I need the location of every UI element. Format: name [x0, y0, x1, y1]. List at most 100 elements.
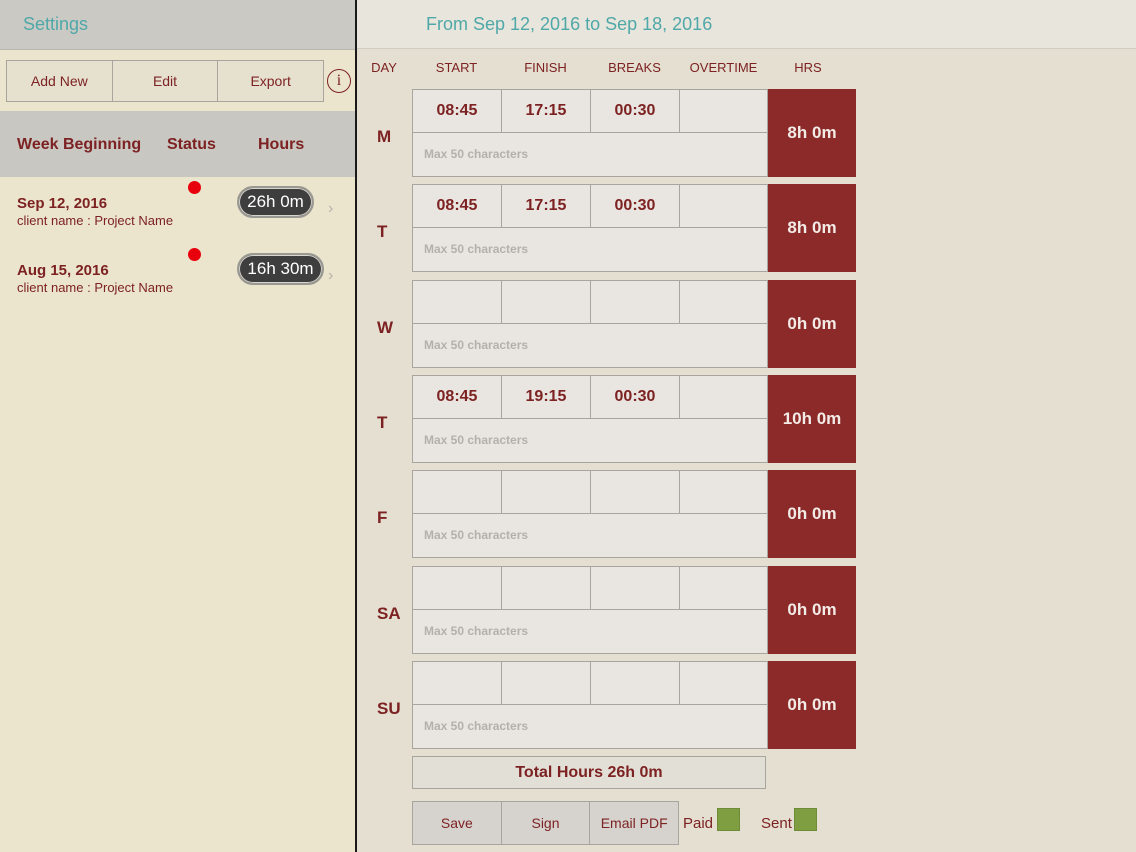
finish-time-input[interactable] [502, 567, 591, 610]
day-label: SA [377, 604, 401, 623]
overtime-input[interactable] [680, 567, 769, 610]
status-dot [188, 248, 201, 261]
breaks-input[interactable] [591, 662, 680, 705]
day-entry-grid: Max 50 characters [412, 566, 769, 654]
chevron-right-icon: › [328, 267, 334, 284]
week-row[interactable]: Aug 15, 2016 client name : Project Name … [0, 245, 355, 309]
note-field[interactable]: Max 50 characters [413, 324, 767, 367]
finish-time-input[interactable]: 19:15 [502, 376, 591, 419]
paid-checkbox[interactable] [717, 808, 740, 831]
breaks-input[interactable]: 00:30 [591, 185, 680, 228]
finish-time-input[interactable] [502, 662, 591, 705]
breaks-input[interactable] [591, 471, 680, 514]
note-field[interactable]: Max 50 characters [413, 705, 767, 748]
col-breaks: BREAKS [608, 60, 661, 75]
status-dot [188, 181, 201, 194]
day-entry-grid: Max 50 characters [412, 280, 769, 368]
overtime-input[interactable] [680, 376, 769, 419]
edit-button[interactable]: Edit [113, 61, 219, 101]
start-time-input[interactable]: 08:45 [413, 376, 502, 419]
sign-button[interactable]: Sign [502, 802, 591, 844]
day-label: T [377, 222, 388, 241]
start-time-input[interactable]: 08:45 [413, 185, 502, 228]
day-hours-total: 8h 0m [768, 89, 856, 177]
week-beginning-header: Week Beginning [17, 136, 142, 153]
breaks-input[interactable]: 00:30 [591, 376, 680, 419]
day-label: M [377, 127, 392, 146]
day-entry-grid: 08:45 19:15 00:30 Max 50 characters [412, 375, 769, 463]
week-client: client name : Project Name [17, 280, 174, 295]
overtime-input[interactable] [680, 281, 769, 324]
week-date: Aug 15, 2016 [17, 262, 109, 279]
week-range-title: From Sep 12, 2016 to Sep 18, 2016 [426, 14, 713, 34]
sidebar-header: Settings [0, 0, 355, 50]
day-hours-total: 10h 0m [768, 375, 856, 463]
day-row: SU Max 50 characters 0h 0m [357, 661, 1136, 749]
save-button[interactable]: Save [413, 802, 502, 844]
overtime-input[interactable] [680, 471, 769, 514]
day-entry-grid: 08:45 17:15 00:30 Max 50 characters [412, 184, 769, 272]
breaks-input[interactable]: 00:30 [591, 90, 680, 133]
day-label: F [377, 508, 388, 527]
finish-time-input[interactable]: 17:15 [502, 90, 591, 133]
day-entry-grid: Max 50 characters [412, 470, 769, 558]
note-field[interactable]: Max 50 characters [413, 610, 767, 653]
col-start: START [435, 60, 478, 75]
note-field[interactable]: Max 50 characters [413, 419, 767, 462]
col-overtime: OVERTIME [689, 60, 758, 75]
week-list-header: Week Beginning Status Hours [0, 111, 355, 177]
overtime-input[interactable] [680, 90, 769, 133]
paid-label: Paid [683, 815, 714, 832]
hours-badge: 26h 0m [237, 186, 314, 218]
note-field[interactable]: Max 50 characters [413, 514, 767, 557]
sent-label: Sent [761, 815, 792, 832]
finish-time-input[interactable] [502, 471, 591, 514]
day-hours-total: 0h 0m [768, 661, 856, 749]
start-time-input[interactable]: 08:45 [413, 90, 502, 133]
total-hours: Total Hours 26h 0m [412, 756, 766, 789]
timesheet-panel: From Sep 12, 2016 to Sep 18, 2016 DAY ST… [357, 0, 1136, 852]
day-label: SU [377, 699, 401, 718]
export-button[interactable]: Export [218, 61, 323, 101]
day-hours-total: 8h 0m [768, 184, 856, 272]
col-finish: FINISH [524, 60, 567, 75]
overtime-input[interactable] [680, 662, 769, 705]
day-row: T 08:45 17:15 00:30 Max 50 characters 8h 0m [357, 184, 1136, 272]
day-label: W [377, 318, 394, 337]
hours-badge: 16h 30m [237, 253, 324, 285]
day-row: W Max 50 characters 0h 0m [357, 280, 1136, 368]
day-hours-total: 0h 0m [768, 470, 856, 558]
email-pdf-button[interactable]: Email PDF [590, 802, 678, 844]
sent-checkbox[interactable] [794, 808, 817, 831]
day-row: M 08:45 17:15 00:30 Max 50 characters 8h 0m [357, 89, 1136, 177]
week-date: Sep 12, 2016 [17, 195, 108, 212]
start-time-input[interactable] [413, 567, 502, 610]
hours-header: Hours [258, 136, 305, 153]
overtime-input[interactable] [680, 185, 769, 228]
info-icon[interactable]: i [327, 69, 351, 93]
col-day: DAY [371, 60, 397, 75]
start-time-input[interactable] [413, 281, 502, 324]
add-new-button[interactable]: Add New [7, 61, 113, 101]
finish-time-input[interactable] [502, 281, 591, 324]
status-header: Status [167, 136, 216, 153]
note-field[interactable]: Max 50 characters [413, 228, 767, 271]
day-entry-grid: Max 50 characters [412, 661, 769, 749]
day-row: SA Max 50 characters 0h 0m [357, 566, 1136, 654]
day-label: T [377, 413, 388, 432]
day-entry-grid: 08:45 17:15 00:30 Max 50 characters [412, 89, 769, 177]
week-row[interactable]: Sep 12, 2016 client name : Project Name … [0, 178, 355, 242]
start-time-input[interactable] [413, 662, 502, 705]
day-hours-total: 0h 0m [768, 566, 856, 654]
action-bar: Save Sign Email PDF [412, 801, 679, 845]
breaks-input[interactable] [591, 567, 680, 610]
note-field[interactable]: Max 50 characters [413, 133, 767, 176]
timesheet-header: From Sep 12, 2016 to Sep 18, 2016 [357, 0, 1136, 49]
finish-time-input[interactable]: 17:15 [502, 185, 591, 228]
chevron-right-icon: › [328, 200, 334, 217]
day-hours-total: 0h 0m [768, 280, 856, 368]
sidebar-toolbar: Add New Edit Export [6, 60, 324, 102]
settings-button[interactable]: Settings [23, 14, 88, 35]
breaks-input[interactable] [591, 281, 680, 324]
start-time-input[interactable] [413, 471, 502, 514]
